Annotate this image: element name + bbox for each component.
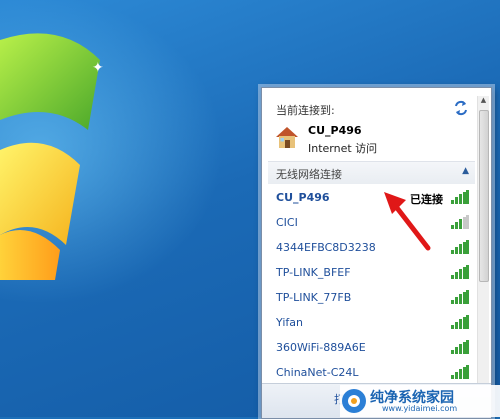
watermark-url: www.yidaimei.com (382, 404, 458, 413)
network-flyout: 当前连接到: CU_P496 Internet 访问 无线网络连接 ▲ CU_P… (261, 87, 492, 419)
watermark-logo-icon (342, 389, 366, 413)
signal-strength-icon (451, 340, 469, 354)
scroll-thumb[interactable] (479, 110, 489, 282)
network-list: CU_P496 已连接 CICI 4344EFBC8D3238 TP-LINK_… (268, 185, 475, 385)
home-network-icon (276, 127, 298, 148)
network-item-4344efbc8d3238[interactable]: 4344EFBC8D3238 (268, 235, 475, 260)
signal-strength-icon (451, 290, 469, 304)
signal-strength-icon (451, 365, 469, 379)
network-name: 360WiFi-889A6E (276, 341, 366, 354)
network-item-yifan[interactable]: Yifan (268, 310, 475, 335)
network-name: CU_P496 (276, 191, 330, 204)
network-item-chinanet-c24l[interactable]: ChinaNet-C24L (268, 360, 475, 385)
network-list-scrollbar[interactable]: ▲ (477, 96, 489, 396)
current-connection-label: 当前连接到: (276, 104, 335, 117)
red-arrow-annotation-icon (384, 192, 431, 251)
network-name: CICI (276, 216, 298, 229)
network-item-tp-link-77fb[interactable]: TP-LINK_77FB (268, 285, 475, 310)
current-network-status: Internet 访问 (308, 142, 378, 155)
network-name: ChinaNet-C24L (276, 366, 359, 379)
network-name: Yifan (276, 316, 303, 329)
signal-strength-icon (451, 265, 469, 279)
sparkle-icon: ✦ (92, 60, 104, 76)
network-item-cu-p496[interactable]: CU_P496 已连接 (268, 185, 475, 210)
network-item-tp-link-bfef[interactable]: TP-LINK_BFEF (268, 260, 475, 285)
network-item-360wifi-889a6e[interactable]: 360WiFi-889A6E (268, 335, 475, 360)
signal-strength-icon (451, 190, 469, 204)
network-name: TP-LINK_77FB (276, 291, 352, 304)
wireless-section-label: 无线网络连接 (276, 168, 342, 181)
watermark: 纯净系统家园 www.yidaimei.com (340, 385, 500, 417)
current-network-name: CU_P496 (308, 124, 362, 137)
scroll-up-icon[interactable]: ▲ (479, 96, 488, 107)
refresh-icon[interactable] (453, 100, 469, 116)
network-name: TP-LINK_BFEF (276, 266, 351, 279)
signal-strength-icon (451, 315, 469, 329)
network-item-cici[interactable]: CICI (268, 210, 475, 235)
wireless-section-header[interactable]: 无线网络连接 ▲ (268, 161, 475, 184)
signal-strength-icon (451, 215, 469, 229)
signal-strength-icon (451, 240, 469, 254)
chevron-up-icon[interactable]: ▲ (462, 166, 469, 176)
network-name: 4344EFBC8D3238 (276, 241, 376, 254)
windows-logo-icon (0, 33, 100, 280)
